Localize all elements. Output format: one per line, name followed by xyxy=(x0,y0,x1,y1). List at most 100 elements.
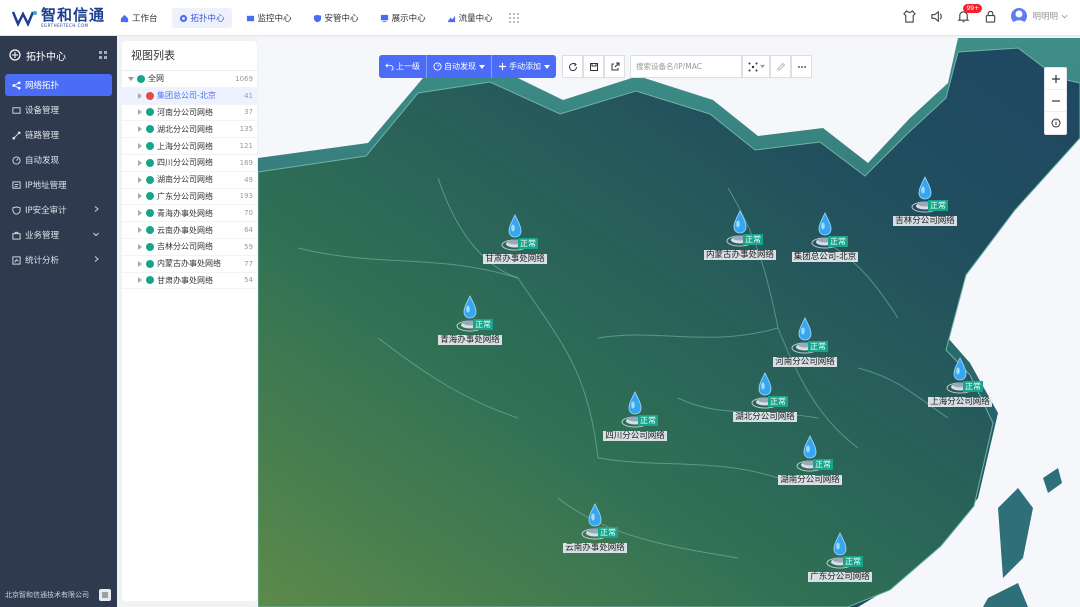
tree-item[interactable]: 青海办事处网络 70 xyxy=(122,205,257,223)
brand-name: 智和信通 xyxy=(41,6,106,24)
map-node[interactable]: 正常 吉林分公司网络 xyxy=(880,175,970,245)
shirt-icon[interactable] xyxy=(903,9,917,23)
tab-security[interactable]: 安管中心 xyxy=(306,8,366,28)
up-level-button[interactable]: 上一级 xyxy=(379,55,427,78)
caret-right-icon[interactable] xyxy=(137,243,143,250)
brand-logo[interactable]: 智和信通 SGRTHERTECH.COM xyxy=(12,8,105,28)
collapse-menu-button[interactable] xyxy=(99,589,111,601)
save-button[interactable] xyxy=(583,55,604,78)
more-button[interactable] xyxy=(791,55,812,78)
zoom-in-button[interactable] xyxy=(1045,68,1066,90)
network-icon xyxy=(146,91,154,100)
caret-right-icon[interactable] xyxy=(137,260,143,267)
tree-item[interactable]: 湖北分公司网络 135 xyxy=(122,121,257,139)
tree-count: 121 xyxy=(239,142,253,151)
tree-item[interactable]: 云南办事处网络 64 xyxy=(122,222,257,239)
caret-right-icon[interactable] xyxy=(137,92,143,99)
avatar[interactable] xyxy=(1011,8,1028,24)
map-node[interactable]: 正常 青海办事处网络 xyxy=(425,294,515,364)
caret-right-icon[interactable] xyxy=(137,159,143,166)
username[interactable]: 明明明 xyxy=(1032,10,1058,22)
tree-item[interactable]: 内蒙古办事处网络 77 xyxy=(122,256,257,273)
caret-right-icon[interactable] xyxy=(137,109,143,116)
tree-item[interactable]: 湖南分公司网络 49 xyxy=(122,172,257,189)
tree-item[interactable]: 河南分公司网络 37 xyxy=(122,105,257,122)
tree-count: 135 xyxy=(239,125,253,134)
node-label: 云南办事处网络 xyxy=(563,543,627,553)
tree-item[interactable]: 甘肃办事处网络 54 xyxy=(122,273,257,290)
header-actions: 99+ 明明明 xyxy=(889,3,1068,24)
device-icon xyxy=(12,106,21,114)
sidebar-item-auto-discover[interactable]: 自动发现 xyxy=(5,149,112,171)
tab-workbench[interactable]: 工作台 xyxy=(113,8,165,28)
layout-button[interactable] xyxy=(742,55,770,78)
tree-count: 41 xyxy=(244,91,253,100)
tree-count: 77 xyxy=(244,259,253,268)
tab-display[interactable]: 展示中心 xyxy=(373,8,433,28)
tree-item[interactable]: 四川分公司网络 169 xyxy=(122,155,257,172)
map-node[interactable]: 正常云南办事处网络 xyxy=(550,502,640,572)
caret-down-icon[interactable] xyxy=(128,76,134,82)
network-icon xyxy=(146,158,154,167)
map-node[interactable]: 正常 上海分公司网络 xyxy=(915,356,1005,426)
tree-item[interactable]: 集团总公司-北京 41 xyxy=(122,87,257,105)
tab-topology[interactable]: 拓扑中心 xyxy=(171,8,232,28)
node-label: 上海分公司网络 xyxy=(928,397,992,407)
speaker-icon[interactable] xyxy=(930,10,943,23)
tree-count: 37 xyxy=(244,108,253,117)
search-input[interactable]: 搜索设备名/IP/MAC xyxy=(630,55,742,78)
tree-item-label: 上海分公司网络 xyxy=(157,141,213,151)
caret-right-icon[interactable] xyxy=(137,227,143,234)
tab-flow[interactable]: 流量中心 xyxy=(440,8,500,28)
map-node[interactable]: 正常 湖南分公司网络 xyxy=(765,434,855,504)
map-node[interactable]: 正常 四川分公司网络 xyxy=(590,390,680,460)
tree-item[interactable]: 上海分公司网络 121 xyxy=(122,138,257,155)
caret-right-icon[interactable] xyxy=(137,277,143,284)
tree-item-label: 河南分公司网络 xyxy=(157,107,213,117)
zoom-out-button[interactable] xyxy=(1045,90,1066,112)
topology-map[interactable] xyxy=(258,38,1080,607)
sidebar-item-business-management[interactable]: 业务管理 xyxy=(5,224,112,246)
sidebar-item-network-topology[interactable]: 网络拓扑 xyxy=(5,74,112,96)
status-badge: 正常 xyxy=(598,527,618,538)
edit-button[interactable] xyxy=(770,55,791,78)
caret-right-icon[interactable] xyxy=(137,210,143,217)
discover-icon xyxy=(12,155,21,165)
caret-right-icon[interactable] xyxy=(137,126,143,133)
auto-discover-button[interactable]: 自动发现 xyxy=(427,55,492,78)
map-node[interactable]: 正常 广东分公司网络 xyxy=(795,531,885,601)
logo-icon xyxy=(12,11,37,27)
sidebar-item-device-management[interactable]: 设备管理 xyxy=(5,99,112,121)
more-apps-icon[interactable] xyxy=(508,13,519,23)
caret-down-icon xyxy=(544,64,550,69)
chevron-down-icon[interactable] xyxy=(1061,13,1068,20)
sidebar-item-ip-security-audit[interactable]: IP安全审计 xyxy=(5,199,112,221)
refresh-button[interactable] xyxy=(562,55,583,78)
tree-item-label: 湖南分公司网络 xyxy=(157,175,213,185)
tree-item[interactable]: 吉林分公司网络 59 xyxy=(122,239,257,256)
map-node[interactable]: 正常 甘肃办事处网络 xyxy=(470,213,560,283)
map-node[interactable]: 正常 内蒙古办事处网络 xyxy=(695,209,785,279)
sidebar-grid-icon[interactable] xyxy=(99,51,107,59)
sidebar-item-link-management[interactable]: 链路管理 xyxy=(5,124,112,146)
caret-right-icon[interactable] xyxy=(137,176,143,183)
sidebar-item-statistics[interactable]: 统计分析 xyxy=(5,249,112,271)
network-icon xyxy=(146,242,154,251)
manual-add-button[interactable]: 手动添加 xyxy=(492,55,556,78)
sidebar-item-ip-management[interactable]: IP地址管理 xyxy=(5,174,112,196)
caret-right-icon[interactable] xyxy=(137,143,143,150)
map-node[interactable]: 正常 集团总公司-北京 xyxy=(780,211,870,281)
layout-icon xyxy=(748,62,757,71)
caret-right-icon[interactable] xyxy=(137,193,143,200)
network-icon xyxy=(146,108,154,117)
lock-icon[interactable] xyxy=(984,10,997,23)
export-button[interactable] xyxy=(604,55,625,78)
map-node[interactable]: 正常 湖北分公司网络 xyxy=(720,371,810,441)
notification-bell[interactable]: 99+ xyxy=(957,3,983,23)
tree-item[interactable]: 广东分公司网络 193 xyxy=(122,189,257,206)
tab-monitor[interactable]: 监控中心 xyxy=(239,8,299,28)
tree-root[interactable]: 全网 1069 xyxy=(122,71,257,88)
audit-icon xyxy=(12,205,21,215)
fit-view-button[interactable] xyxy=(1045,112,1066,134)
plus-icon xyxy=(1051,74,1060,83)
